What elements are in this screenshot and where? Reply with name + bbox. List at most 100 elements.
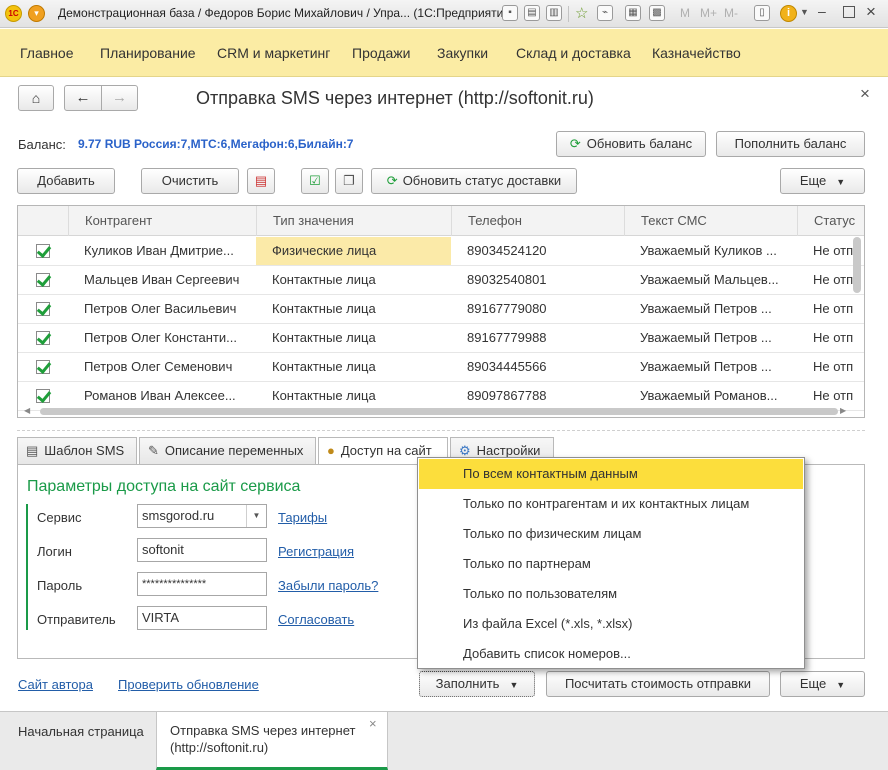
fill-button[interactable]: Заполнить ▼ — [419, 671, 535, 697]
calc-cost-button[interactable]: Посчитать стоимость отправки — [546, 671, 770, 697]
menu-item-contractors[interactable]: Только по контрагентам и их контактных л… — [419, 489, 803, 519]
menu-item-users[interactable]: Только по пользователям — [419, 579, 803, 609]
row-checkbox[interactable] — [36, 273, 50, 287]
row-checkbox[interactable] — [36, 331, 50, 345]
fill-dropdown-menu: По всем контактным данным Только по конт… — [417, 457, 805, 669]
back-button[interactable]: ← — [64, 85, 102, 111]
column-header-status[interactable]: Статус — [797, 206, 857, 236]
app-menu-icon[interactable]: ▾ — [28, 5, 45, 22]
row-checkbox[interactable] — [36, 302, 50, 316]
forgot-password-link[interactable]: Забыли пароль? — [278, 578, 378, 593]
favorite-star-icon[interactable]: ☆ — [575, 4, 588, 22]
vertical-scrollbar[interactable] — [852, 237, 863, 407]
print-icon[interactable]: ▤ — [524, 5, 540, 21]
tariffs-link[interactable]: Тарифы — [278, 510, 327, 525]
row-checkbox[interactable] — [36, 360, 50, 374]
cell-sms-text: Уважаемый Петров ... — [640, 301, 772, 316]
form-close-icon[interactable]: × — [860, 84, 870, 104]
menu-item-add-numbers[interactable]: Добавить список номеров... — [419, 639, 803, 669]
menu-item-planning[interactable]: Планирование — [100, 45, 196, 61]
link-icon[interactable]: ⌁ — [597, 5, 613, 21]
column-header-check[interactable] — [18, 206, 68, 236]
menu-item-purchases[interactable]: Закупки — [437, 45, 488, 61]
menu-item-partners[interactable]: Только по партнерам — [419, 549, 803, 579]
topup-balance-button[interactable]: Пополнить баланс — [716, 131, 865, 157]
table-row[interactable]: Куликов Иван Дмитрие... Физические лица … — [18, 237, 864, 266]
info-icon[interactable]: i — [780, 5, 797, 22]
save-icon[interactable]: ▪ — [502, 5, 518, 21]
home-button[interactable]: ⌂ — [18, 85, 54, 111]
arrow-left-icon: ← — [75, 89, 91, 106]
row-checkbox[interactable] — [36, 244, 50, 258]
column-header-type[interactable]: Тип значения — [256, 206, 451, 236]
register-link[interactable]: Регистрация — [278, 544, 354, 559]
preview-icon[interactable]: ▥ — [546, 5, 562, 21]
menu-item-warehouse[interactable]: Склад и доставка — [516, 45, 631, 61]
calculator-icon[interactable]: ▩ — [649, 5, 665, 21]
tab-variables[interactable]: ✎ Описание переменных — [139, 437, 316, 464]
forward-button[interactable]: → — [101, 85, 138, 111]
menu-item-main[interactable]: Главное — [20, 45, 74, 61]
menu-item-excel[interactable]: Из файла Excel (*.xls, *.xlsx) — [419, 609, 803, 639]
refresh-balance-button[interactable]: ⟳ Обновить баланс — [556, 131, 706, 157]
more-label-top: Еще — [799, 173, 827, 188]
agree-link[interactable]: Согласовать — [278, 612, 354, 627]
refresh-status-button[interactable]: ⟳ Обновить статус доставки — [371, 168, 577, 194]
memory-m-minus[interactable]: M- — [724, 6, 738, 20]
column-header-phone[interactable]: Телефон — [451, 206, 624, 236]
scroll-right-icon[interactable]: ▶ — [840, 406, 846, 415]
table-row[interactable]: Мальцев Иван Сергеевич Контактные лица 8… — [18, 266, 864, 295]
maximize-icon[interactable] — [843, 6, 855, 18]
delete-list-button[interactable]: ▤ — [247, 168, 275, 194]
row-checkbox[interactable] — [36, 389, 50, 403]
table-row[interactable]: Петров Олег Васильевич Контактные лица 8… — [18, 295, 864, 324]
author-site-link[interactable]: Сайт автора — [18, 677, 93, 692]
check-update-link[interactable]: Проверить обновление — [118, 677, 259, 692]
table-row[interactable]: Петров Олег Семенович Контактные лица 89… — [18, 353, 864, 382]
login-field[interactable]: softonit — [137, 538, 267, 562]
cell-phone: 89167779080 — [467, 301, 547, 316]
cell-sms-text: Уважаемый Петров ... — [640, 359, 772, 374]
cell-sms-text: Уважаемый Мальцев... — [640, 272, 779, 287]
scrollbar-thumb[interactable] — [853, 237, 861, 293]
uncheck-all-button[interactable]: ❐ — [335, 168, 363, 194]
memory-m[interactable]: M — [680, 6, 690, 20]
password-field[interactable]: *************** — [137, 572, 267, 596]
cell-phone: 89034524120 — [467, 243, 547, 258]
add-button[interactable]: Добавить — [17, 168, 115, 194]
template-icon: ▤ — [26, 443, 39, 458]
table-row[interactable]: Петров Олег Константи... Контактные лица… — [18, 324, 864, 353]
horizontal-scrollbar[interactable]: ◀ ▶ — [18, 406, 852, 417]
clear-button[interactable]: Очистить — [141, 168, 239, 194]
column-header-contractor[interactable]: Контрагент — [68, 206, 256, 236]
sender-field[interactable]: VIRTA — [137, 606, 267, 630]
column-header-sms-text[interactable]: Текст СМС — [624, 206, 797, 236]
chevron-down-icon[interactable]: ▼ — [246, 505, 266, 527]
cell-status: Не отп — [813, 272, 853, 287]
more-button-bottom[interactable]: Еще ▼ — [780, 671, 865, 697]
service-select[interactable]: smsgorod.ru ▼ — [137, 504, 267, 528]
panels-icon[interactable]: ▯ — [754, 5, 770, 21]
calendar-icon[interactable]: ▦ — [625, 5, 641, 21]
minimize-icon[interactable]: – — [818, 3, 826, 19]
chevron-down-icon[interactable]: ▼ — [800, 7, 809, 17]
tab-sms-template[interactable]: ▤ Шаблон SMS — [17, 437, 137, 464]
scrollbar-thumb[interactable] — [40, 408, 838, 415]
menu-item-individuals[interactable]: Только по физическим лицам — [419, 519, 803, 549]
taskbar-item-current[interactable]: Отправка SMS через интернет (http://soft… — [156, 712, 388, 770]
taskbar-current-line1: Отправка SMS через интернет — [170, 723, 356, 738]
taskbar-item-home[interactable]: Начальная страница — [18, 724, 144, 739]
memory-m-plus[interactable]: M+ — [700, 6, 717, 20]
menu-item-treasury[interactable]: Казначейство — [652, 45, 741, 61]
user-icon: ● — [327, 443, 335, 458]
menu-item-sales[interactable]: Продажи — [352, 45, 410, 61]
menu-item-all-contacts[interactable]: По всем контактным данным — [419, 459, 803, 489]
panel-splitter[interactable] — [17, 430, 865, 431]
close-window-icon[interactable]: × — [866, 2, 876, 22]
menu-item-crm[interactable]: CRM и маркетинг — [217, 45, 330, 61]
check-all-button[interactable]: ☑ — [301, 168, 329, 194]
scroll-left-icon[interactable]: ◀ — [24, 406, 30, 415]
more-button-top[interactable]: Еще ▼ — [780, 168, 865, 194]
login-label: Логин — [37, 544, 72, 559]
close-icon[interactable]: × — [369, 716, 377, 731]
